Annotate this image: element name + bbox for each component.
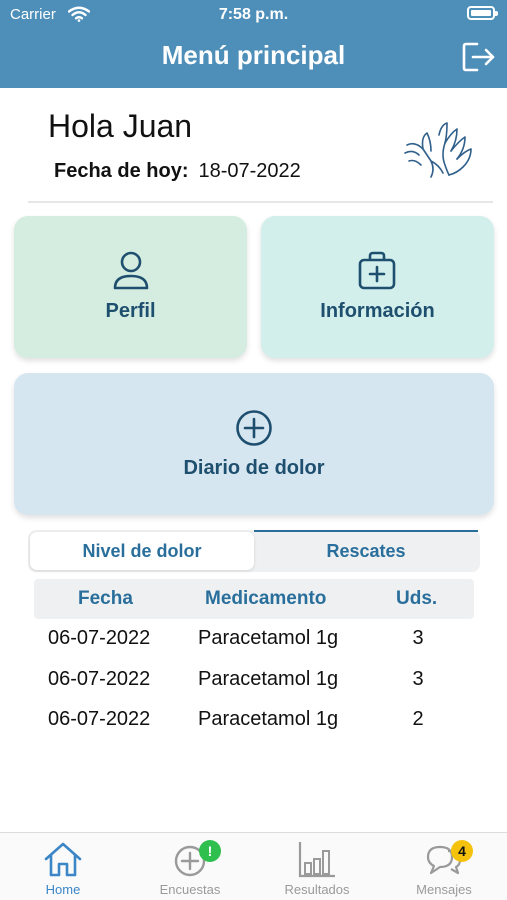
status-time: 7:58 p.m. (218, 6, 289, 23)
pain-diary-label: Diario de dolor (183, 457, 325, 479)
battery-icon (467, 6, 498, 20)
tab-messages[interactable]: 4 Mensajes (381, 833, 507, 900)
first-aid-bag-icon (358, 251, 396, 290)
app-header: Carrier 7:58 p.m. Menú principal (0, 0, 507, 88)
tab-surveys-label: Encuestas (159, 882, 221, 897)
cell-medication: Paracetamol 1g (198, 668, 339, 690)
cell-date: 06-07-2022 (48, 668, 151, 690)
info-tile[interactable]: Información (261, 216, 494, 358)
today-date-row: Fecha de hoy: 18-07-2022 (54, 160, 301, 183)
bar-chart-icon (298, 842, 335, 878)
cell-units: 2 (412, 708, 424, 730)
profile-tile[interactable]: Perfil (14, 216, 247, 358)
tab-results-label: Resultados (284, 882, 350, 897)
column-header-units: Uds. (396, 588, 438, 609)
status-bar: Carrier 7:58 p.m. (0, 0, 507, 30)
tab-messages-label: Mensajes (416, 882, 472, 897)
hands-logo-icon (404, 122, 472, 178)
column-header-medication: Medicamento (205, 588, 327, 609)
home-icon (44, 842, 82, 877)
cell-date: 06-07-2022 (48, 627, 151, 649)
plus-circle-icon (236, 410, 272, 446)
greeting-text: Hola Juan (48, 108, 193, 144)
header-divider (28, 201, 493, 203)
cell-units: 3 (412, 668, 424, 690)
logout-icon[interactable] (461, 40, 497, 74)
tab-results[interactable]: Resultados (254, 833, 380, 900)
messages-count-badge: 4 (451, 840, 473, 862)
tab-home[interactable]: Home (0, 833, 126, 900)
info-label: Información (320, 300, 435, 322)
cell-units: 3 (412, 627, 424, 649)
table-row: 06-07-2022 Paracetamol 1g 3 (0, 659, 507, 699)
page-title: Menú principal (161, 40, 346, 70)
tab-surveys[interactable]: ! Encuestas (127, 833, 253, 900)
user-icon (113, 251, 149, 290)
date-label: Fecha de hoy: (54, 160, 189, 182)
cell-medication: Paracetamol 1g (198, 627, 339, 649)
table-row: 06-07-2022 Paracetamol 1g 3 (0, 618, 507, 658)
date-value: 18-07-2022 (198, 160, 301, 182)
table-row: 06-07-2022 Paracetamol 1g 2 (0, 699, 507, 739)
table-header: Fecha Medicamento Uds. (34, 579, 474, 619)
profile-label: Perfil (105, 300, 156, 322)
tab-home-label: Home (45, 882, 81, 897)
cell-medication: Paracetamol 1g (198, 708, 339, 730)
segment-rescues[interactable]: Rescates (254, 530, 478, 570)
column-header-date: Fecha (78, 588, 133, 609)
segmented-control: Nivel de dolor Rescates (28, 530, 480, 572)
bottom-tab-bar: Home ! Encuestas Resultados 4 Mensajes (0, 832, 507, 900)
pain-diary-tile[interactable]: Diario de dolor (14, 373, 494, 515)
segment-pain-level[interactable]: Nivel de dolor (30, 532, 254, 570)
surveys-alert-badge: ! (199, 840, 221, 862)
cell-date: 06-07-2022 (48, 708, 151, 730)
